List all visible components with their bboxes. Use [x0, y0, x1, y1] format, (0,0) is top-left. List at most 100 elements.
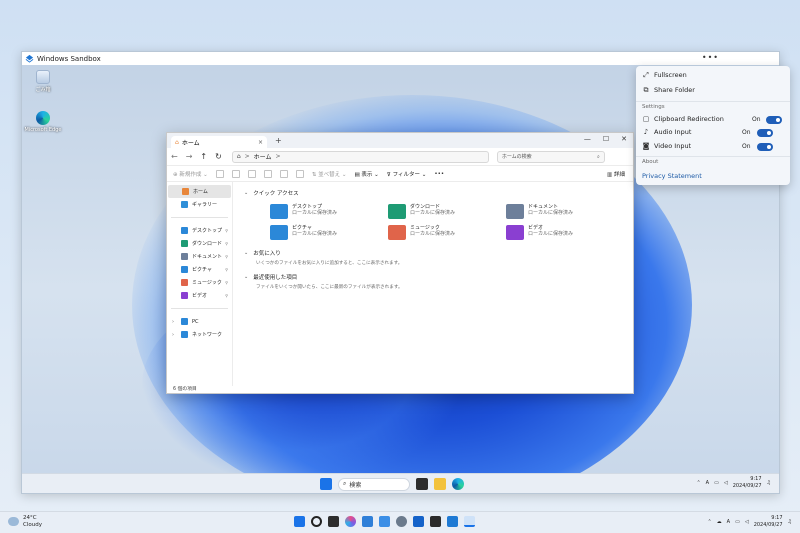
edge-taskbar-icon[interactable] [452, 478, 464, 490]
close-button[interactable]: ✕ [621, 135, 627, 143]
forward-arrow-icon[interactable]: → [186, 152, 193, 161]
search-icon[interactable] [311, 516, 322, 527]
quick-access-header[interactable]: ⌄ クイック アクセス [244, 188, 633, 198]
network-icon[interactable]: ▭ [735, 519, 740, 525]
copy-icon[interactable] [231, 169, 240, 178]
task-view-icon[interactable] [416, 478, 428, 490]
nav-item-videos[interactable]: ビデオ ⚲ [167, 289, 232, 302]
recent-header[interactable]: ⌄ 最近使用した項目 [244, 272, 633, 282]
breadcrumb-home[interactable]: ホーム [254, 152, 272, 161]
downloads-folder-icon [388, 204, 406, 219]
notification-bell-icon[interactable]: ♫ [767, 480, 771, 486]
chevron-right-icon[interactable]: › [172, 319, 174, 325]
taskbar-search-box[interactable]: ⌕ 検索 [338, 477, 410, 491]
refresh-icon[interactable]: ↻ [215, 152, 222, 161]
sandbox-taskbar-icon[interactable] [464, 516, 475, 527]
nav-item-home[interactable]: ホーム [168, 185, 231, 198]
widgets-icon[interactable] [362, 516, 373, 527]
details-pane-button[interactable]: ▥ 詳細 [607, 170, 625, 178]
minimize-button[interactable]: — [584, 135, 591, 143]
quick-access-item-downloads[interactable]: ダウンロード ローカルに保存済み [388, 204, 506, 219]
new-tab-button[interactable]: + [275, 136, 282, 145]
volume-icon[interactable]: ◁ [745, 519, 749, 525]
rename-icon[interactable] [263, 169, 272, 178]
paste-icon[interactable] [247, 169, 256, 178]
privacy-statement-link[interactable]: Privacy Statement [642, 172, 702, 180]
delete-icon[interactable] [295, 169, 304, 178]
up-arrow-icon[interactable]: ↑ [200, 152, 207, 161]
cloud-sync-icon[interactable]: ☁ [717, 519, 722, 525]
quick-access-item-documents[interactable]: ドキュメント ローカルに保存済み [506, 204, 624, 219]
nav-item-pc[interactable]: › PC [167, 315, 232, 328]
chevron-right-icon[interactable]: › [172, 332, 174, 338]
desktop-icon-recycle-bin[interactable]: ごみ箱 [23, 70, 63, 93]
store-icon[interactable] [379, 516, 390, 527]
quick-access-item-desktop[interactable]: デスクトップ ローカルに保存済み [270, 204, 388, 219]
recent-empty-text: ファイルをいくつか開いたら、ここに最新のファイルが表示されます。 [256, 285, 403, 290]
nav-item-downloads[interactable]: ダウンロード ⚲ [167, 237, 232, 250]
sandbox-titlebar[interactable]: Windows Sandbox ••• [22, 52, 779, 65]
nav-item-music[interactable]: ミュージック ⚲ [167, 276, 232, 289]
sort-button[interactable]: ⇅ 並べ替え ⌄ [312, 170, 347, 178]
file-explorer-icon[interactable] [434, 478, 446, 490]
favorites-header[interactable]: ⌄ お気に入り [244, 248, 633, 258]
nav-item-desktop[interactable]: デスクトップ ⚲ [167, 224, 232, 237]
host-taskbar: 24°C Cloudy ⌃ ☁ A ▭ ◁ 9:17 2024/09/27 ♫ [0, 511, 800, 533]
task-view-icon[interactable] [328, 516, 339, 527]
address-bar[interactable]: ⌂ > ホーム > [231, 150, 489, 163]
new-button[interactable]: ⊕ 新規作成 ⌄ [173, 170, 208, 178]
sandbox-more-button[interactable]: ••• [702, 52, 719, 64]
chevron-down-icon: ⌄ [244, 250, 249, 256]
back-arrow-icon[interactable]: ← [171, 152, 178, 161]
nav-item-gallery[interactable]: ギャラリー [167, 198, 232, 211]
quick-access-item-music[interactable]: ミュージック ローカルに保存済み [388, 225, 506, 240]
view-button[interactable]: ▤ 表示 ⌄ [354, 170, 378, 178]
video-toggle[interactable] [757, 143, 773, 151]
host-clock[interactable]: 9:17 2024/09/27 [754, 515, 783, 529]
quick-access-item-videos[interactable]: ビデオ ローカルに保存済み [506, 225, 624, 240]
nav-item-label: PC [192, 318, 199, 325]
terminal-icon[interactable] [430, 516, 441, 527]
filter-button[interactable]: ⊽ フィルター ⌄ [387, 170, 427, 178]
nav-item-label: ピクチャ [192, 267, 212, 273]
documents-folder-icon [181, 253, 188, 260]
network-icon[interactable]: ▭ [714, 480, 719, 486]
host-date: 2024/09/27 [753, 522, 783, 528]
pin-icon: ⚲ [225, 254, 228, 259]
tray-chevron-icon[interactable]: ⌃ [707, 519, 711, 525]
tab-close-button[interactable]: × [258, 139, 263, 146]
quick-access-grid: デスクトップ ローカルに保存済み ダウンロード ローカルに保存済み ドキュメント ロー… [270, 204, 633, 240]
volume-icon[interactable]: ◁ [724, 480, 728, 486]
copilot-icon[interactable] [345, 516, 356, 527]
nav-item-pictures[interactable]: ピクチャ ⚲ [167, 263, 232, 276]
settings-gear-icon[interactable] [396, 516, 407, 527]
notification-bell-icon[interactable]: ♫ [788, 519, 792, 525]
nav-item-documents[interactable]: ドキュメント ⚲ [167, 250, 232, 263]
sandbox-clock[interactable]: 9:17 2024/09/27 [733, 476, 762, 490]
maximize-button[interactable]: ☐ [603, 135, 609, 143]
share-folder-menu-item[interactable]: ⧉ Share Folder [642, 86, 695, 94]
start-icon[interactable] [320, 478, 332, 490]
weather-widget[interactable]: 24°C Cloudy [8, 515, 42, 529]
clipboard-toggle[interactable] [766, 116, 782, 124]
desktop-icon-edge[interactable]: Microsoft Edge [23, 111, 63, 133]
share-icon[interactable] [279, 169, 288, 178]
tray-chevron-icon[interactable]: ⌃ [696, 480, 700, 486]
audio-toggle[interactable] [757, 129, 773, 137]
cut-icon[interactable] [215, 169, 224, 178]
start-icon[interactable] [294, 516, 305, 527]
desktop-icon-label: Microsoft Edge [24, 127, 62, 133]
fullscreen-menu-item[interactable]: ⤢ Fullscreen [642, 71, 687, 79]
outlook-icon[interactable] [413, 516, 424, 527]
audio-label: Audio Input [654, 128, 692, 136]
more-options-button[interactable]: ••• [434, 171, 444, 177]
input-language-indicator[interactable]: A [727, 519, 730, 525]
input-language-indicator[interactable]: A [706, 480, 709, 486]
nav-item-label: ダウンロード [192, 241, 223, 247]
tab-home[interactable]: ⌂ ホーム × [171, 136, 267, 148]
sandbox-title: Windows Sandbox [37, 54, 101, 63]
explorer-search-input[interactable]: ホームの検索 ⌕ [496, 150, 605, 163]
vscode-icon[interactable] [447, 516, 458, 527]
quick-access-item-pictures[interactable]: ピクチャ ローカルに保存済み [270, 225, 388, 240]
nav-item-network[interactable]: › ネットワーク [167, 328, 232, 341]
